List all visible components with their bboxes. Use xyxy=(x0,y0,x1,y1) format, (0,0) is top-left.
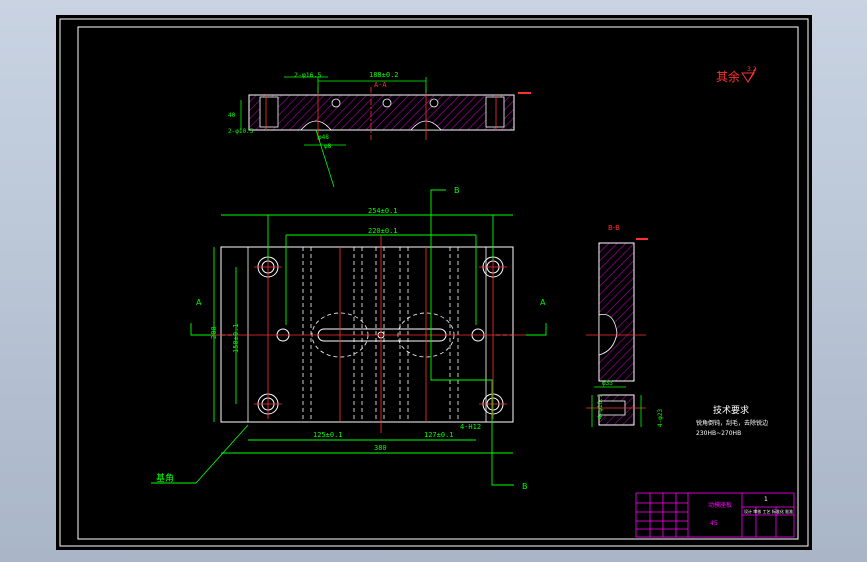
notes-title: 技术要求 xyxy=(713,404,749,416)
section-b-view: B-B φ33 4-φ16.5 4-φ23 xyxy=(586,224,664,427)
plan-dim-200: 200 xyxy=(210,326,218,339)
plan-dim-254: 254±0.1 xyxy=(368,207,398,215)
plan-label-a-right: A xyxy=(540,298,546,307)
technical-notes: 技术要求 锐角倒钝，刮毛，去除锐边 230HB~270HB xyxy=(696,404,768,437)
section-a-dim-bore2: φ8 xyxy=(324,143,332,150)
section-a-title: A-A xyxy=(374,81,387,89)
plan-dim-150: 150±0.1 xyxy=(232,323,240,353)
title-block xyxy=(635,492,795,538)
plan-label-b-bottom: B xyxy=(522,482,528,491)
datum-label: 基角 xyxy=(156,472,174,484)
title-block-part-name: 动模座板 xyxy=(708,501,732,509)
section-a-dim-bore: φ48 xyxy=(318,134,329,141)
plan-dim-125: 125±0.1 xyxy=(313,431,343,439)
section-a-body xyxy=(248,94,515,131)
section-b-dim-3: 4-φ23 xyxy=(657,409,664,427)
roughness-note: 其余 3.2 xyxy=(716,66,757,84)
engineering-drawing: A-A 188±0.2 2-φ16.5 40 2-φ10.5 φ48 φ8 其余… xyxy=(59,18,809,547)
plan-dim-4h12: 4-H12 xyxy=(460,423,481,431)
notes-line-2: 230HB~270HB xyxy=(696,430,741,437)
section-b-body xyxy=(598,242,635,382)
title-block-scale: 1 xyxy=(764,496,768,503)
section-b-title: B-B xyxy=(608,224,620,232)
plan-dim-220: 220±0.1 xyxy=(368,227,398,235)
notes-line-1: 锐角倒钝，刮毛，去除锐边 xyxy=(696,419,768,427)
plan-dim-380: 380 xyxy=(374,444,387,452)
section-a-dim-holes: 2-φ16.5 xyxy=(294,71,321,79)
title-block-signatures: 设计 审核 工艺 标准化 批准 xyxy=(744,508,793,514)
section-b-dim-1: φ33 xyxy=(602,380,613,387)
section-b-dim-2: 4-φ16.5 xyxy=(597,393,604,419)
roughness-label: 其余 xyxy=(716,69,740,84)
title-block-material: 45 xyxy=(710,520,718,527)
roughness-value: 3.2 xyxy=(747,66,757,73)
section-a-dim-top: 188±0.2 xyxy=(369,71,399,79)
section-a-dim-depth: 40 xyxy=(228,112,236,119)
plan-label-b-top: B xyxy=(454,186,460,195)
plan-dim-127: 127±0.1 xyxy=(424,431,454,439)
section-a-dim-tol: 2-φ10.5 xyxy=(228,128,254,135)
plan-view: 254±0.1 220±0.1 200 150±0.1 125±0.1 127±… xyxy=(151,186,547,491)
section-a-view: A-A 188±0.2 2-φ16.5 40 2-φ10.5 φ48 φ8 xyxy=(228,71,531,188)
plan-outer xyxy=(220,246,514,423)
cad-viewport[interactable]: A-A 188±0.2 2-φ16.5 40 2-φ10.5 φ48 φ8 其余… xyxy=(56,15,812,550)
plan-label-a-left: A xyxy=(196,298,202,307)
